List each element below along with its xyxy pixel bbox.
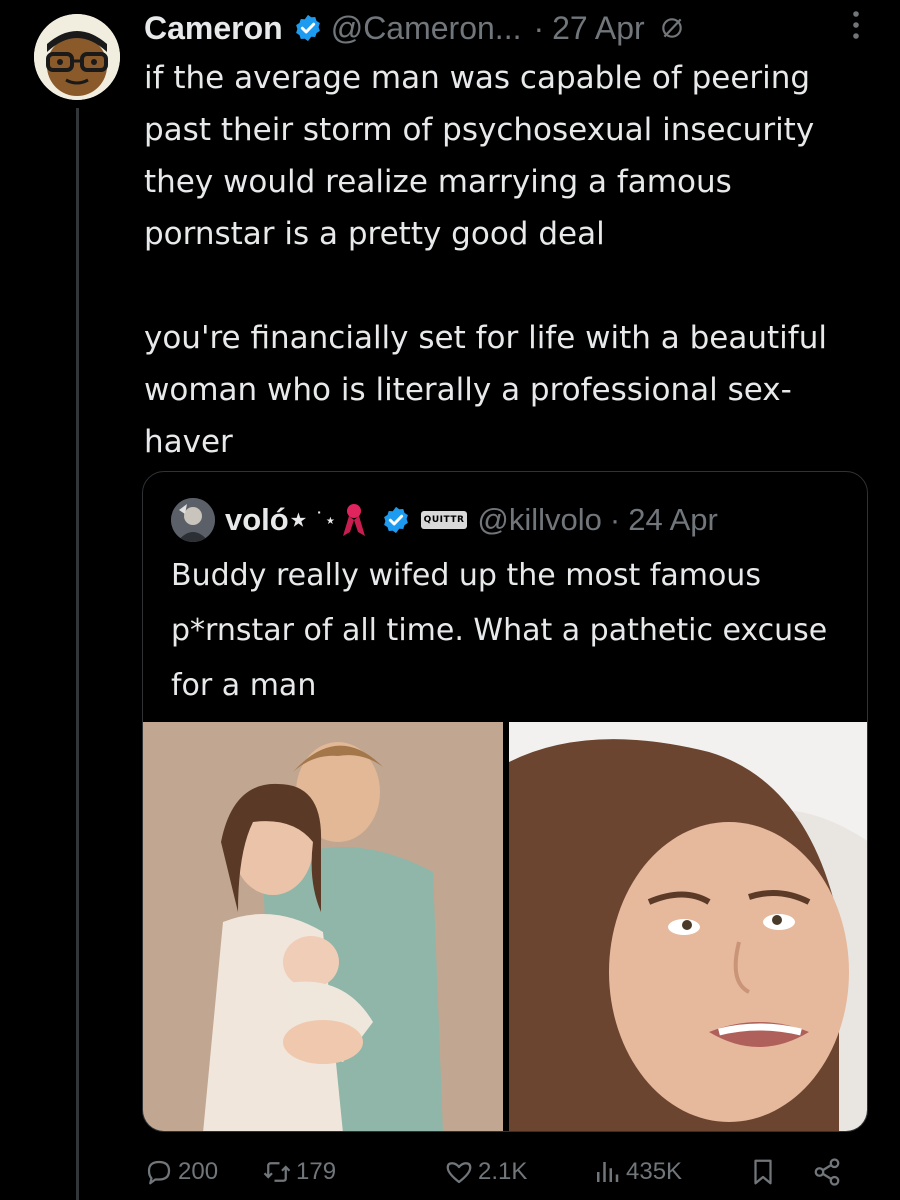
quoted-handle: @killvolo (477, 502, 602, 537)
quoted-author-avatar (171, 498, 215, 542)
views-button[interactable]: 435K (592, 1157, 682, 1187)
tweet-actions-bar: 200 179 2.1K 435K (144, 1148, 864, 1196)
like-count: 2.1K (478, 1158, 528, 1185)
media-photo-family[interactable] (143, 722, 503, 1131)
like-button[interactable]: 2.1K (444, 1157, 527, 1187)
media-photo-closeup[interactable] (509, 722, 867, 1131)
retweet-icon (263, 1162, 291, 1182)
affiliation-badge: QUITTR (420, 511, 468, 529)
tweet-paragraph-2: you're financially set for life with a b… (144, 320, 827, 460)
tweet-header: Cameron @Cameron... · 27 Apr (144, 6, 884, 50)
bookmark-icon (754, 1159, 772, 1185)
hidden-reply-icon (661, 18, 682, 38)
quoted-date: 24 Apr (628, 502, 718, 537)
analytics-icon (597, 1162, 619, 1182)
bookmark-button[interactable] (748, 1157, 782, 1187)
closeup-photo-image (509, 722, 867, 1131)
reply-button[interactable]: 200 (144, 1157, 218, 1187)
retweet-button[interactable]: 179 (262, 1157, 336, 1187)
thread-line (76, 108, 79, 1200)
author-handle[interactable]: @Cameron... (331, 10, 522, 47)
quoted-verified-badge-icon (383, 506, 408, 534)
quoted-name-decor: ˙⋆ (314, 508, 337, 532)
quoted-tweet-card[interactable]: voló⋆ ˙⋆ QUITTR @killvolo · 24 Apr Buddy… (142, 471, 868, 1132)
reply-count: 200 (178, 1158, 219, 1185)
quoted-avatar-icon (171, 498, 215, 542)
quoted-media (143, 722, 867, 1131)
tweet-date[interactable]: 27 Apr (552, 10, 645, 47)
quoted-tweet-header: voló⋆ ˙⋆ QUITTR @killvolo · 24 Apr (171, 498, 851, 542)
more-options-icon[interactable] (846, 8, 866, 42)
reply-icon (147, 1160, 171, 1185)
views-count: 435K (626, 1158, 683, 1185)
verified-badge-icon (295, 14, 320, 42)
tweet-body: if the average man was capable of peerin… (144, 52, 864, 468)
author-display-name[interactable]: Cameron (144, 10, 283, 47)
tweet-paragraph-1: if the average man was capable of peerin… (144, 60, 815, 252)
quoted-separator: · (609, 502, 621, 537)
header-separator: · (533, 9, 545, 46)
heart-icon (446, 1162, 472, 1184)
share-button[interactable] (812, 1157, 846, 1187)
quoted-tweet-text: Buddy really wifed up the most famous p*… (171, 558, 828, 703)
family-photo-image (143, 722, 503, 1131)
quoted-display-name: voló⋆ (225, 502, 309, 537)
ribbon-icon (342, 504, 365, 536)
cartoon-avatar-icon (34, 14, 120, 100)
author-avatar[interactable] (34, 14, 120, 100)
retweet-count: 179 (296, 1158, 337, 1185)
share-icon (814, 1158, 840, 1186)
